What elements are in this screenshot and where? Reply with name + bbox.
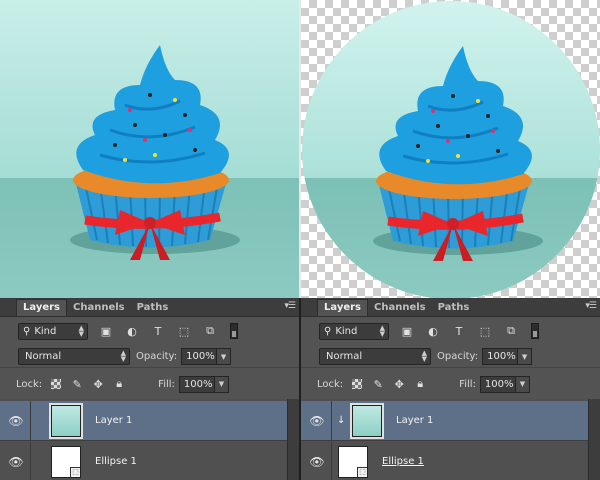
ellipse-mask [302,1,600,298]
shape-filter-icon[interactable]: ⬚ [176,323,192,339]
layer-thumbnail [350,402,384,439]
divider [30,400,31,441]
divider [331,400,332,441]
panel-tabs: Layers Channels Paths ▾☰ [0,299,299,317]
divider [30,441,31,480]
blend-row: Normal ▲ ▼ Opacity: 100% ▼ [301,346,600,368]
tab-paths[interactable]: Paths [432,300,476,316]
layer-name[interactable]: Layer 1 [396,415,433,426]
eye-icon[interactable]: 👁︎ [6,414,26,428]
blend-row: Normal ▲ ▼ Opacity: 100% ▼ [0,346,299,368]
layer-thumbnail: ⬚ [338,445,368,478]
pixel-filter-icon[interactable]: ▣ [98,323,114,339]
opacity-dropdown-icon[interactable]: ▼ [217,348,232,365]
filter-row: ⚲ Kind ▲ ▼ ▣ ◐ T ⬚ ⧉ [301,319,600,343]
fill-label: Fill: [459,378,476,390]
fill-dropdown-icon[interactable]: ▼ [515,375,530,393]
scrollbar[interactable] [287,399,299,480]
blend-mode-value: Normal [25,351,62,362]
clipping-arrow-icon: ↓ [337,415,346,426]
search-icon: ⚲ [324,325,332,337]
chevron-updown-icon: ▲ ▼ [78,323,84,338]
opacity-dropdown-icon[interactable]: ▼ [518,348,533,365]
filter-kind-select[interactable]: ⚲ Kind ▲ ▼ [319,322,389,340]
shape-filter-icon[interactable]: ⬚ [477,323,493,339]
lock-all-icon[interactable]: 🔒︎ [413,377,427,391]
vector-mask-icon: ⬚ [70,466,80,477]
panel-tabs: Layers Channels Paths ▾☰ [301,299,600,317]
type-filter-icon[interactable]: T [150,323,166,339]
tab-channels[interactable]: Channels [67,300,131,316]
smart-object-filter-icon[interactable]: ⧉ [202,323,218,339]
lock-transparency-icon[interactable] [350,377,364,391]
vector-mask-icon: ⬚ [357,466,367,477]
lock-row: Lock: ✎ ✥ 🔒︎ Fill: 100% ▼ [0,373,299,395]
layers-panel-right: Layers Channels Paths ▾☰ ⚲ Kind ▲ ▼ ▣ ◐ T… [301,298,600,480]
layer-row[interactable]: 👁︎ ⬚ Ellipse 1 [301,441,588,480]
layer-name[interactable]: Ellipse 1 [382,456,424,467]
layer-list: 👁︎ ↓ Layer 1 👁︎ ⬚ Ellipse 1 [301,399,588,480]
canvas-before [0,0,299,298]
layers-panel-left: Layers Channels Paths ▾☰ ⚲ Kind ▲ ▼ ▣ ◐ T… [0,298,299,480]
chevron-updown-icon: ▲ ▼ [379,323,385,338]
layer-list: 👁︎ Layer 1 👁︎ ⬚ Ellipse 1 [0,399,287,480]
blend-mode-select[interactable]: Normal ▲ ▼ [319,348,431,365]
filter-kind-label: Kind [335,325,358,337]
filter-row: ⚲ Kind ▲ ▼ ▣ ◐ T ⬚ ⧉ [0,319,299,343]
lock-brush-icon[interactable]: ✎ [70,377,84,391]
fill-field[interactable]: 100% [479,375,516,393]
lock-transparency-icon[interactable] [49,377,63,391]
lock-move-icon[interactable]: ✥ [392,377,406,391]
smart-object-filter-icon[interactable]: ⧉ [503,323,519,339]
canvas-area [0,0,600,298]
tab-layers[interactable]: Layers [317,299,368,316]
adjustment-filter-icon[interactable]: ◐ [124,323,140,339]
eye-icon[interactable]: 👁︎ [307,455,327,469]
search-icon: ⚲ [23,325,31,337]
adjustment-filter-icon[interactable]: ◐ [425,323,441,339]
divider [331,441,332,480]
layer-row[interactable]: 👁︎ ⬚ Ellipse 1 [0,441,287,480]
filter-toggle[interactable] [531,323,539,339]
eye-icon[interactable]: 👁︎ [307,414,327,428]
lock-label: Lock: [317,378,344,390]
panel-menu-icon[interactable]: ▾☰ [284,301,296,311]
tab-paths[interactable]: Paths [131,300,175,316]
layer-name[interactable]: Layer 1 [95,415,132,426]
fill-field[interactable]: 100% [178,375,215,393]
cupcake-illustration [373,46,543,261]
tab-layers[interactable]: Layers [16,299,67,316]
scrollbar[interactable] [588,399,600,480]
eye-icon[interactable]: 👁︎ [6,455,26,469]
lock-brush-icon[interactable]: ✎ [371,377,385,391]
canvas-after [301,0,600,298]
tab-channels[interactable]: Channels [368,300,432,316]
filter-kind-select[interactable]: ⚲ Kind ▲ ▼ [18,322,88,340]
fill-dropdown-icon[interactable]: ▼ [214,375,229,393]
layer-name[interactable]: Ellipse 1 [95,456,137,467]
layer-thumbnail [49,402,83,439]
opacity-label: Opacity: [136,351,178,362]
lock-all-icon[interactable]: 🔒︎ [112,377,126,391]
layer-thumbnail: ⬚ [51,445,81,478]
cupcake-illustration [70,45,240,260]
opacity-label: Opacity: [437,351,479,362]
opacity-field[interactable]: 100% [181,348,218,365]
blend-mode-select[interactable]: Normal ▲ ▼ [18,348,130,365]
filter-toggle[interactable] [230,323,238,339]
pixel-filter-icon[interactable]: ▣ [399,323,415,339]
opacity-field[interactable]: 100% [482,348,519,365]
layer-row[interactable]: 👁︎ ↓ Layer 1 [301,400,588,441]
chevron-updown-icon: ▲ ▼ [120,349,126,363]
type-filter-icon[interactable]: T [451,323,467,339]
blend-mode-value: Normal [326,351,363,362]
lock-label: Lock: [16,378,43,390]
chevron-updown-icon: ▲ ▼ [421,349,427,363]
fill-label: Fill: [158,378,175,390]
filter-kind-label: Kind [34,325,57,337]
layer-row[interactable]: 👁︎ Layer 1 [0,400,287,441]
panel-menu-icon[interactable]: ▾☰ [585,301,597,311]
lock-row: Lock: ✎ ✥ 🔒︎ Fill: 100% ▼ [301,373,600,395]
lock-move-icon[interactable]: ✥ [91,377,105,391]
